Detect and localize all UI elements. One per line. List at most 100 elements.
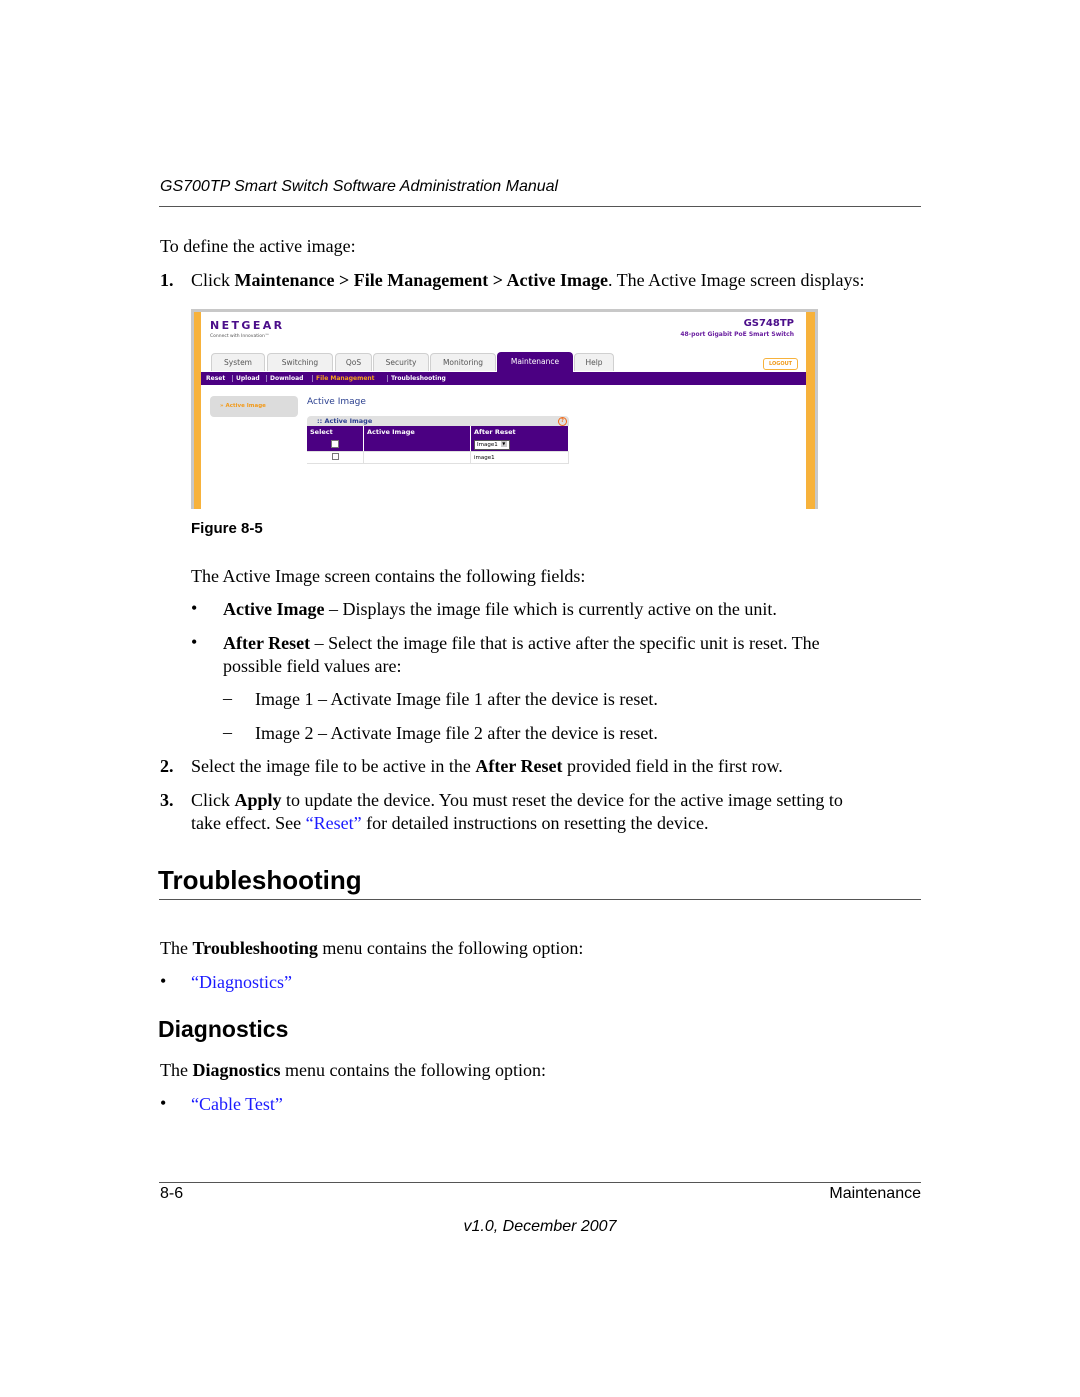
active-image-panel: :: Active Image ? Select Active Image Af… <box>307 416 569 464</box>
section-rule <box>159 899 921 900</box>
after-reset-cell: image1 <box>470 451 569 464</box>
dropdown-arrow-icon: ▼ <box>500 441 507 447</box>
step-2: 2. Select the image file to be active in … <box>160 755 783 778</box>
menu-path-active-image: Active Image <box>506 270 608 290</box>
select-checkbox[interactable] <box>331 439 339 448</box>
tab-system[interactable]: System <box>211 353 265 371</box>
footer-section: Maintenance <box>829 1185 921 1202</box>
path-separator: > <box>334 270 354 290</box>
bullet: • <box>160 1093 167 1113</box>
page-number: 8-6 <box>160 1185 184 1202</box>
panel-title: :: Active Image <box>317 417 373 425</box>
active-image-table: Select Active Image After Reset Image1 ▼ … <box>307 426 569 464</box>
step-3: 3. Click Apply to update the device. You … <box>160 789 843 812</box>
field-term: Active Image <box>223 599 325 619</box>
after-reset-select[interactable]: Image1 ▼ <box>474 439 510 450</box>
field-active-image: Active Image – Displays the image file w… <box>223 598 777 621</box>
subnav-troubleshooting[interactable]: Troubleshooting <box>391 372 446 385</box>
select-checkbox[interactable] <box>331 453 339 460</box>
intro-text: To define the active image: <box>160 236 356 256</box>
step-text: take effect. See <box>191 813 306 833</box>
tab-qos[interactable]: QoS <box>335 353 372 371</box>
diagnostics-intro: The Diagnostics menu contains the follow… <box>160 1059 546 1082</box>
step-text: Select the image file to be active in th… <box>191 756 476 776</box>
field-after-reset: After Reset – Select the image file that… <box>223 632 820 655</box>
table-row-edit: Image1 ▼ <box>307 438 569 452</box>
select-cell <box>307 451 364 464</box>
step-bold: After Reset <box>475 756 563 776</box>
body-text: menu contains the following option: <box>280 1060 546 1080</box>
footer-rule <box>159 1182 921 1183</box>
reset-link[interactable]: “Reset” <box>306 813 362 833</box>
bullet: • <box>191 598 198 618</box>
value-image-1: Image 1 – Activate Image file 1 after th… <box>255 689 658 709</box>
field-term: After Reset <box>223 633 311 653</box>
step-1: 1. Click Maintenance > File Management > … <box>160 269 865 292</box>
netgear-logo: NETGEAR <box>210 319 285 332</box>
frame-border-left <box>194 312 201 509</box>
frame-border-right <box>806 312 815 509</box>
body-bold: Diagnostics <box>192 1060 281 1080</box>
subnav-download[interactable]: Download <box>270 372 303 385</box>
tab-monitoring[interactable]: Monitoring <box>430 353 496 371</box>
header-rule <box>159 206 921 207</box>
subnav-file-management[interactable]: File Management <box>316 372 375 385</box>
subnav-upload[interactable]: Upload <box>236 372 260 385</box>
help-info-icon[interactable]: ? <box>558 417 567 426</box>
column-header-after-reset: After Reset <box>470 426 569 438</box>
menu-path-maintenance: Maintenance <box>234 270 335 290</box>
step-3-cont: take effect. See “Reset” for detailed in… <box>191 812 708 835</box>
dash: – <box>223 688 232 708</box>
version-date: v1.0, December 2007 <box>0 1218 1080 1236</box>
path-separator: > <box>488 270 507 290</box>
step-text: provided field in the first row. <box>562 756 783 776</box>
step-number: 3. <box>160 790 174 810</box>
after-reset-cell: Image1 ▼ <box>470 438 569 452</box>
step-number: 2. <box>160 756 174 776</box>
step-text: to update the device. You must reset the… <box>281 790 843 810</box>
step-text: . The Active Image screen displays: <box>607 270 865 290</box>
subnav-separator <box>312 375 313 382</box>
step-text: Click <box>191 790 235 810</box>
logout-button[interactable]: LOGOUT <box>763 358 798 370</box>
subnav-separator <box>232 375 233 382</box>
model-name: GS748TP <box>743 318 794 329</box>
after-reset-value: Image1 <box>477 441 498 448</box>
tab-maintenance[interactable]: Maintenance <box>497 352 573 372</box>
active-image-cell <box>363 438 471 452</box>
body-bold: Troubleshooting <box>192 938 318 958</box>
sidebar-item-active-image[interactable]: » Active Image <box>210 396 298 417</box>
diagnostics-link[interactable]: “Diagnostics” <box>191 971 292 994</box>
column-header-active-image: Active Image <box>363 426 471 438</box>
field-description: – Displays the image file which is curre… <box>324 599 777 619</box>
subnav-separator <box>387 375 388 382</box>
model-description: 48-port Gigabit PoE Smart Switch <box>680 331 794 338</box>
field-description: – Select the image file that is active a… <box>310 633 820 653</box>
bullet: • <box>160 971 167 991</box>
cable-test-link[interactable]: “Cable Test” <box>191 1093 283 1116</box>
body-text: menu contains the following option: <box>317 938 584 958</box>
body-text: The <box>160 938 193 958</box>
table-row: image1 <box>307 451 569 464</box>
panel-header: :: Active Image ? <box>307 416 569 426</box>
figure-caption: Figure 8-5 <box>191 520 263 537</box>
tab-switching[interactable]: Switching <box>267 353 333 371</box>
subnav-reset[interactable]: Reset <box>206 372 225 385</box>
tab-help[interactable]: Help <box>574 353 614 371</box>
logo-tagline: Connect with Innovation™ <box>210 334 270 339</box>
troubleshooting-intro: The Troubleshooting menu contains the fo… <box>160 937 583 960</box>
value-image-2: Image 2 – Activate Image file 2 after th… <box>255 723 658 743</box>
section-heading-diagnostics: Diagnostics <box>158 1016 289 1042</box>
field-description-cont: possible field values are: <box>223 656 402 676</box>
select-cell <box>307 438 364 452</box>
figure-screenshot: NETGEAR Connect with Innovation™ GS748TP… <box>191 309 818 509</box>
subnav-separator <box>266 375 267 382</box>
tab-security[interactable]: Security <box>373 353 429 371</box>
step-number: 1. <box>160 270 174 290</box>
page-title: Active Image <box>307 397 366 407</box>
body-text: The <box>160 1060 193 1080</box>
switch-web-ui: NETGEAR Connect with Innovation™ GS748TP… <box>194 312 815 509</box>
fields-intro: The Active Image screen contains the fol… <box>191 566 586 586</box>
column-header-select: Select <box>307 426 364 438</box>
active-image-cell <box>363 451 471 464</box>
